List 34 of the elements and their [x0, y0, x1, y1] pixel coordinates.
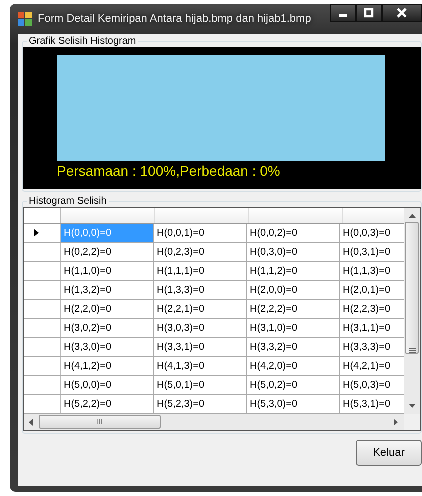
exit-button[interactable]: Keluar	[356, 440, 422, 466]
table-cell[interactable]: H(5,3,0)=0	[247, 395, 340, 413]
group-title: Grafik Selisih Histogram	[28, 36, 138, 47]
table-cell[interactable]: H(1,1,2)=0	[247, 262, 340, 280]
table-cell[interactable]: H(0,3,0)=0	[247, 243, 340, 261]
table-cell[interactable]: H(0,2,3)=0	[154, 243, 247, 261]
table-cell[interactable]: H(1,1,0)=0	[61, 262, 154, 280]
group-title: Histogram Selisih	[28, 196, 108, 207]
table-cell[interactable]: H(1,3,2)=0	[61, 281, 154, 299]
table-cell[interactable]: H(5,2,2)=0	[61, 395, 154, 413]
table-cell[interactable]: H(0,2,2)=0	[61, 243, 154, 261]
table-cell[interactable]: H(0,0,1)=0	[154, 224, 247, 242]
table-cell[interactable]: H(0,0,2)=0	[247, 224, 340, 242]
table-cell[interactable]: H(5,0,0)=0	[61, 376, 154, 394]
table-cell[interactable]: H(3,0,2)=0	[61, 319, 154, 337]
table-cell[interactable]: H(5,0,2)=0	[247, 376, 340, 394]
table-cell[interactable]: H(3,3,2)=0	[247, 338, 340, 356]
window-title: Form Detail Kemiripan Antara hijab.bmp dan hijab1.bmp	[38, 13, 312, 25]
table-cell[interactable]: H(4,2,0)=0	[247, 357, 340, 375]
table-cell[interactable]: H(2,0,0)=0	[247, 281, 340, 299]
table-cell[interactable]: H(1,1,1)=0	[154, 262, 247, 280]
table-cell[interactable]: H(3,3,0)=0	[61, 338, 154, 356]
table-cell[interactable]: H(2,2,2)=0	[247, 300, 340, 318]
table-cell[interactable]: H(3,0,3)=0	[154, 319, 247, 337]
table-cell[interactable]: H(5,0,1)=0	[154, 376, 247, 394]
table-cell[interactable]: H(2,2,1)=0	[154, 300, 247, 318]
similarity-result: Persamaan : 100%,Perbedaan : 0%	[57, 163, 282, 179]
table-cell[interactable]: H(4,1,2)=0	[61, 357, 154, 375]
table-cell[interactable]: H(3,3,1)=0	[154, 338, 247, 356]
table-cell[interactable]: H(3,1,0)=0	[247, 319, 340, 337]
table-cell[interactable]: H(4,1,3)=0	[154, 357, 247, 375]
table-cell[interactable]: H(5,2,3)=0	[154, 395, 247, 413]
table-cell[interactable]: H(1,3,3)=0	[154, 281, 247, 299]
table-cell[interactable]: H(2,2,0)=0	[61, 300, 154, 318]
